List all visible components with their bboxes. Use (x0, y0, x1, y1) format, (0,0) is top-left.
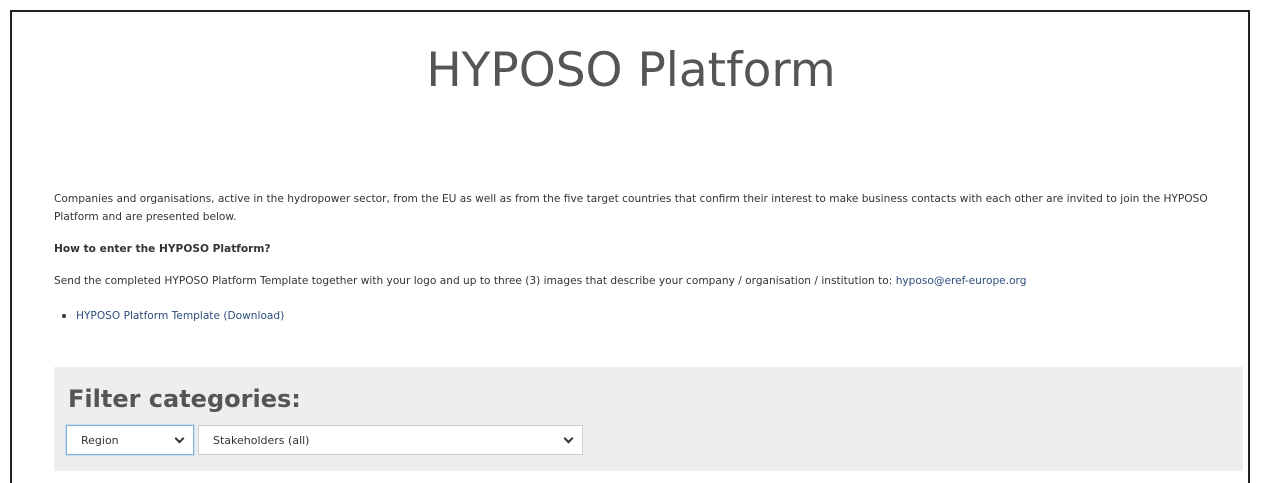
page-title: HYPOSO Platform (426, 43, 836, 98)
chevron-down-icon (174, 433, 185, 444)
chevron-down-icon (563, 433, 574, 444)
stakeholders-select-value: Stakeholders (all) (213, 433, 310, 447)
region-select-value: Region (81, 433, 119, 447)
send-instructions-text: Send the completed HYPOSO Platform Templ… (54, 275, 896, 287)
send-instructions: Send the completed HYPOSO Platform Templ… (54, 275, 1026, 287)
howto-heading: How to enter the HYPOSO Platform? (54, 243, 271, 255)
stakeholders-select[interactable]: Stakeholders (all) (198, 425, 583, 455)
download-list: HYPOSO Platform Template (Download) (62, 310, 284, 322)
filter-title: Filter categories: (68, 385, 301, 413)
filter-panel: Filter categories: Region Stakeholders (… (54, 367, 1243, 471)
region-select[interactable]: Region (66, 425, 194, 455)
template-download-link[interactable]: HYPOSO Platform Template (Download) (76, 310, 284, 322)
bullet-icon (62, 314, 66, 318)
email-link[interactable]: hyposo@eref-europe.org (896, 275, 1027, 287)
intro-paragraph: Companies and organisations, active in t… (54, 193, 1208, 223)
list-item: HYPOSO Platform Template (Download) (62, 310, 284, 322)
